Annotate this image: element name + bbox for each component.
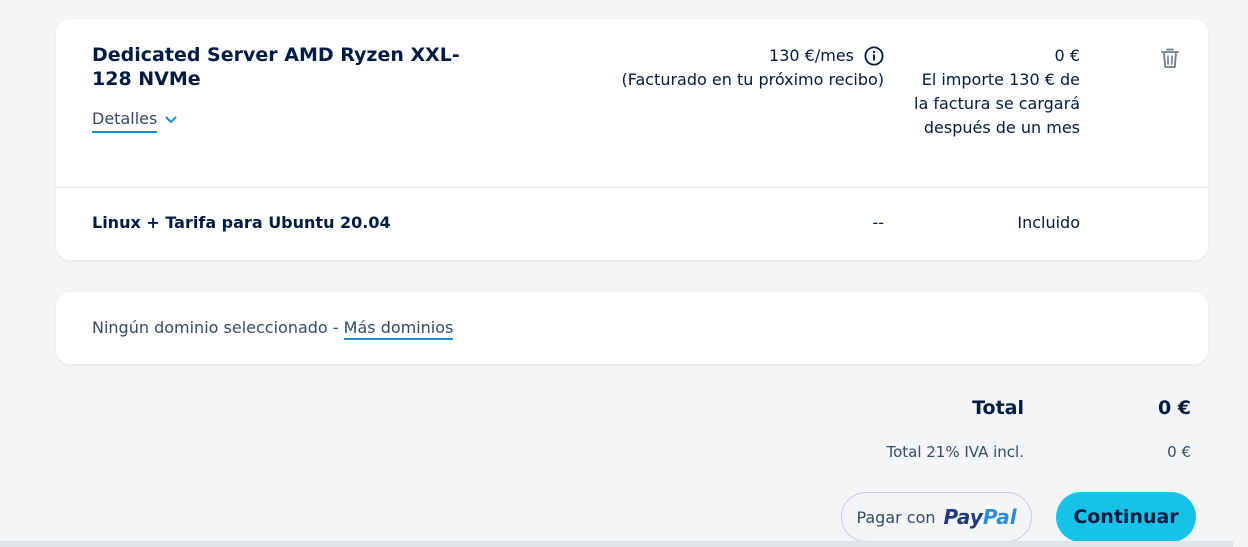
addon-price: -- xyxy=(872,213,884,232)
details-label: Detalles xyxy=(92,108,158,133)
trash-icon[interactable] xyxy=(1160,47,1180,69)
more-domains-link[interactable]: Más dominios xyxy=(343,318,454,340)
product-amount-block: 0 € El importe 130 € de la factura se ca… xyxy=(910,44,1080,140)
total-value: 0 € xyxy=(1157,397,1191,419)
vat-label: Total 21% IVA incl. xyxy=(886,443,1024,461)
total-label: Total xyxy=(972,397,1024,419)
paypal-prefix: Pagar con xyxy=(856,507,936,527)
domain-status: Ningún dominio seleccionado - Más domini… xyxy=(92,317,454,340)
product-price: 130 €/mes xyxy=(769,46,854,65)
product-amount: 0 € xyxy=(1054,46,1080,65)
addon-amount: Incluido xyxy=(1017,213,1080,232)
details-toggle[interactable]: Detalles xyxy=(92,108,177,133)
product-price-block: 130 €/mes (Facturado en tu próximo recib… xyxy=(621,44,884,92)
addon-name: Linux + Tarifa para Ubuntu 20.04 xyxy=(92,213,391,232)
pay-with-paypal-button[interactable]: Pagar con PayPal xyxy=(841,492,1032,542)
vat-value: 0 € xyxy=(1167,443,1191,461)
paypal-logo-pay: Pay xyxy=(943,505,983,529)
domain-card: Ningún dominio seleccionado - Más domini… xyxy=(56,292,1208,364)
domain-status-text: Ningún dominio seleccionado - xyxy=(92,318,344,337)
product-divider xyxy=(56,187,1208,188)
continue-button[interactable]: Continuar xyxy=(1056,492,1196,542)
horizontal-scrollbar[interactable] xyxy=(0,541,1233,547)
chevron-down-icon xyxy=(165,116,177,123)
product-amount-note: El importe 130 € de la factura se cargar… xyxy=(914,70,1080,137)
product-price-line: 130 €/mes xyxy=(621,44,884,68)
product-card: Dedicated Server AMD Ryzen XXL-128 NVMe … xyxy=(56,19,1208,260)
paypal-logo: PayPal xyxy=(944,505,1017,529)
product-price-note: (Facturado en tu próximo recibo) xyxy=(621,70,884,89)
info-icon[interactable] xyxy=(864,46,884,66)
product-title: Dedicated Server AMD Ryzen XXL-128 NVMe xyxy=(92,44,460,90)
paypal-logo-pal: Pal xyxy=(982,505,1017,529)
